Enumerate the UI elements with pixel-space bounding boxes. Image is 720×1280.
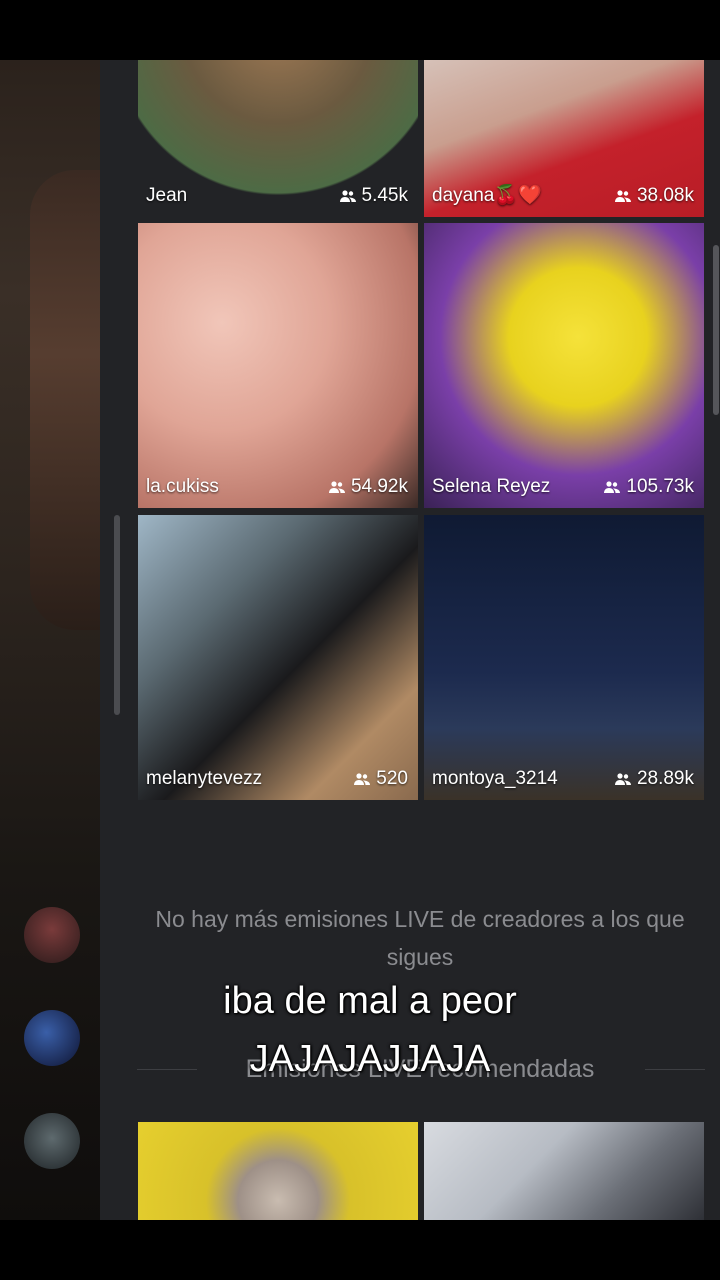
people-icon <box>614 773 631 785</box>
scrollbar-right[interactable] <box>713 245 719 415</box>
no-more-lives-message: No hay más emisiones LIVE de creadores a… <box>155 906 685 970</box>
people-icon <box>354 773 371 785</box>
live-tile-4[interactable]: Selena Reyez 105.73k <box>424 223 704 508</box>
viewer-count-value: 54.92k <box>350 476 408 497</box>
live-thumbnail <box>138 515 418 800</box>
recommended-tile-1[interactable] <box>138 1122 418 1220</box>
scrollbar-left[interactable] <box>114 515 120 715</box>
viewer-count: 5.45k <box>339 185 408 207</box>
live-thumbnail <box>138 223 418 508</box>
creator-name: Jean <box>146 185 188 206</box>
viewer-count-value: 5.45k <box>361 185 408 206</box>
live-tile-1[interactable]: Jean 5.45k <box>138 60 418 217</box>
divider-right <box>645 1069 705 1070</box>
bottom-black-bar <box>0 1220 720 1280</box>
live-tile-3[interactable]: la.cukiss 54.92k <box>138 223 418 508</box>
people-icon <box>328 481 345 493</box>
creator-name: Selena Reyez <box>432 476 551 497</box>
people-icon <box>339 190 356 202</box>
people-icon <box>614 190 631 202</box>
creator-name: montoya_3214 <box>432 768 558 789</box>
video-caption-line-1: iba de mal a peor <box>223 980 517 1022</box>
live-thumbnail <box>424 515 704 800</box>
creator-name: la.cukiss <box>146 476 219 497</box>
viewer-count-value: 38.08k <box>636 185 694 206</box>
live-thumbnail <box>424 223 704 508</box>
video-caption-line-2: JAJAJAJJAJA <box>249 1038 491 1080</box>
viewer-count-value: 520 <box>376 768 408 789</box>
live-tile-5[interactable]: melanytevezz 520 <box>138 515 418 800</box>
top-black-bar <box>0 0 720 60</box>
viewer-count: 38.08k <box>614 185 694 207</box>
comment-avatar-1[interactable] <box>24 907 80 963</box>
people-icon <box>604 481 621 493</box>
comment-avatar-2[interactable] <box>24 1010 80 1066</box>
comment-avatar-3[interactable] <box>24 1113 80 1169</box>
live-thumbnail <box>138 1122 418 1220</box>
viewer-count-value: 28.89k <box>636 768 694 789</box>
live-tile-2[interactable]: dayana🍒❤️ 38.08k <box>424 60 704 217</box>
creator-name: melanytevezz <box>146 768 263 789</box>
creator-name: dayana🍒❤️ <box>432 185 542 206</box>
viewer-count: 520 <box>354 768 408 790</box>
viewer-count: 54.92k <box>328 476 408 498</box>
viewer-count: 28.89k <box>614 768 694 790</box>
live-thumbnail <box>424 1122 704 1220</box>
viewer-count: 105.73k <box>604 476 694 498</box>
live-tile-6[interactable]: montoya_3214 28.89k <box>424 515 704 800</box>
recommended-tile-2[interactable] <box>424 1122 704 1220</box>
viewer-count-value: 105.73k <box>626 476 694 497</box>
